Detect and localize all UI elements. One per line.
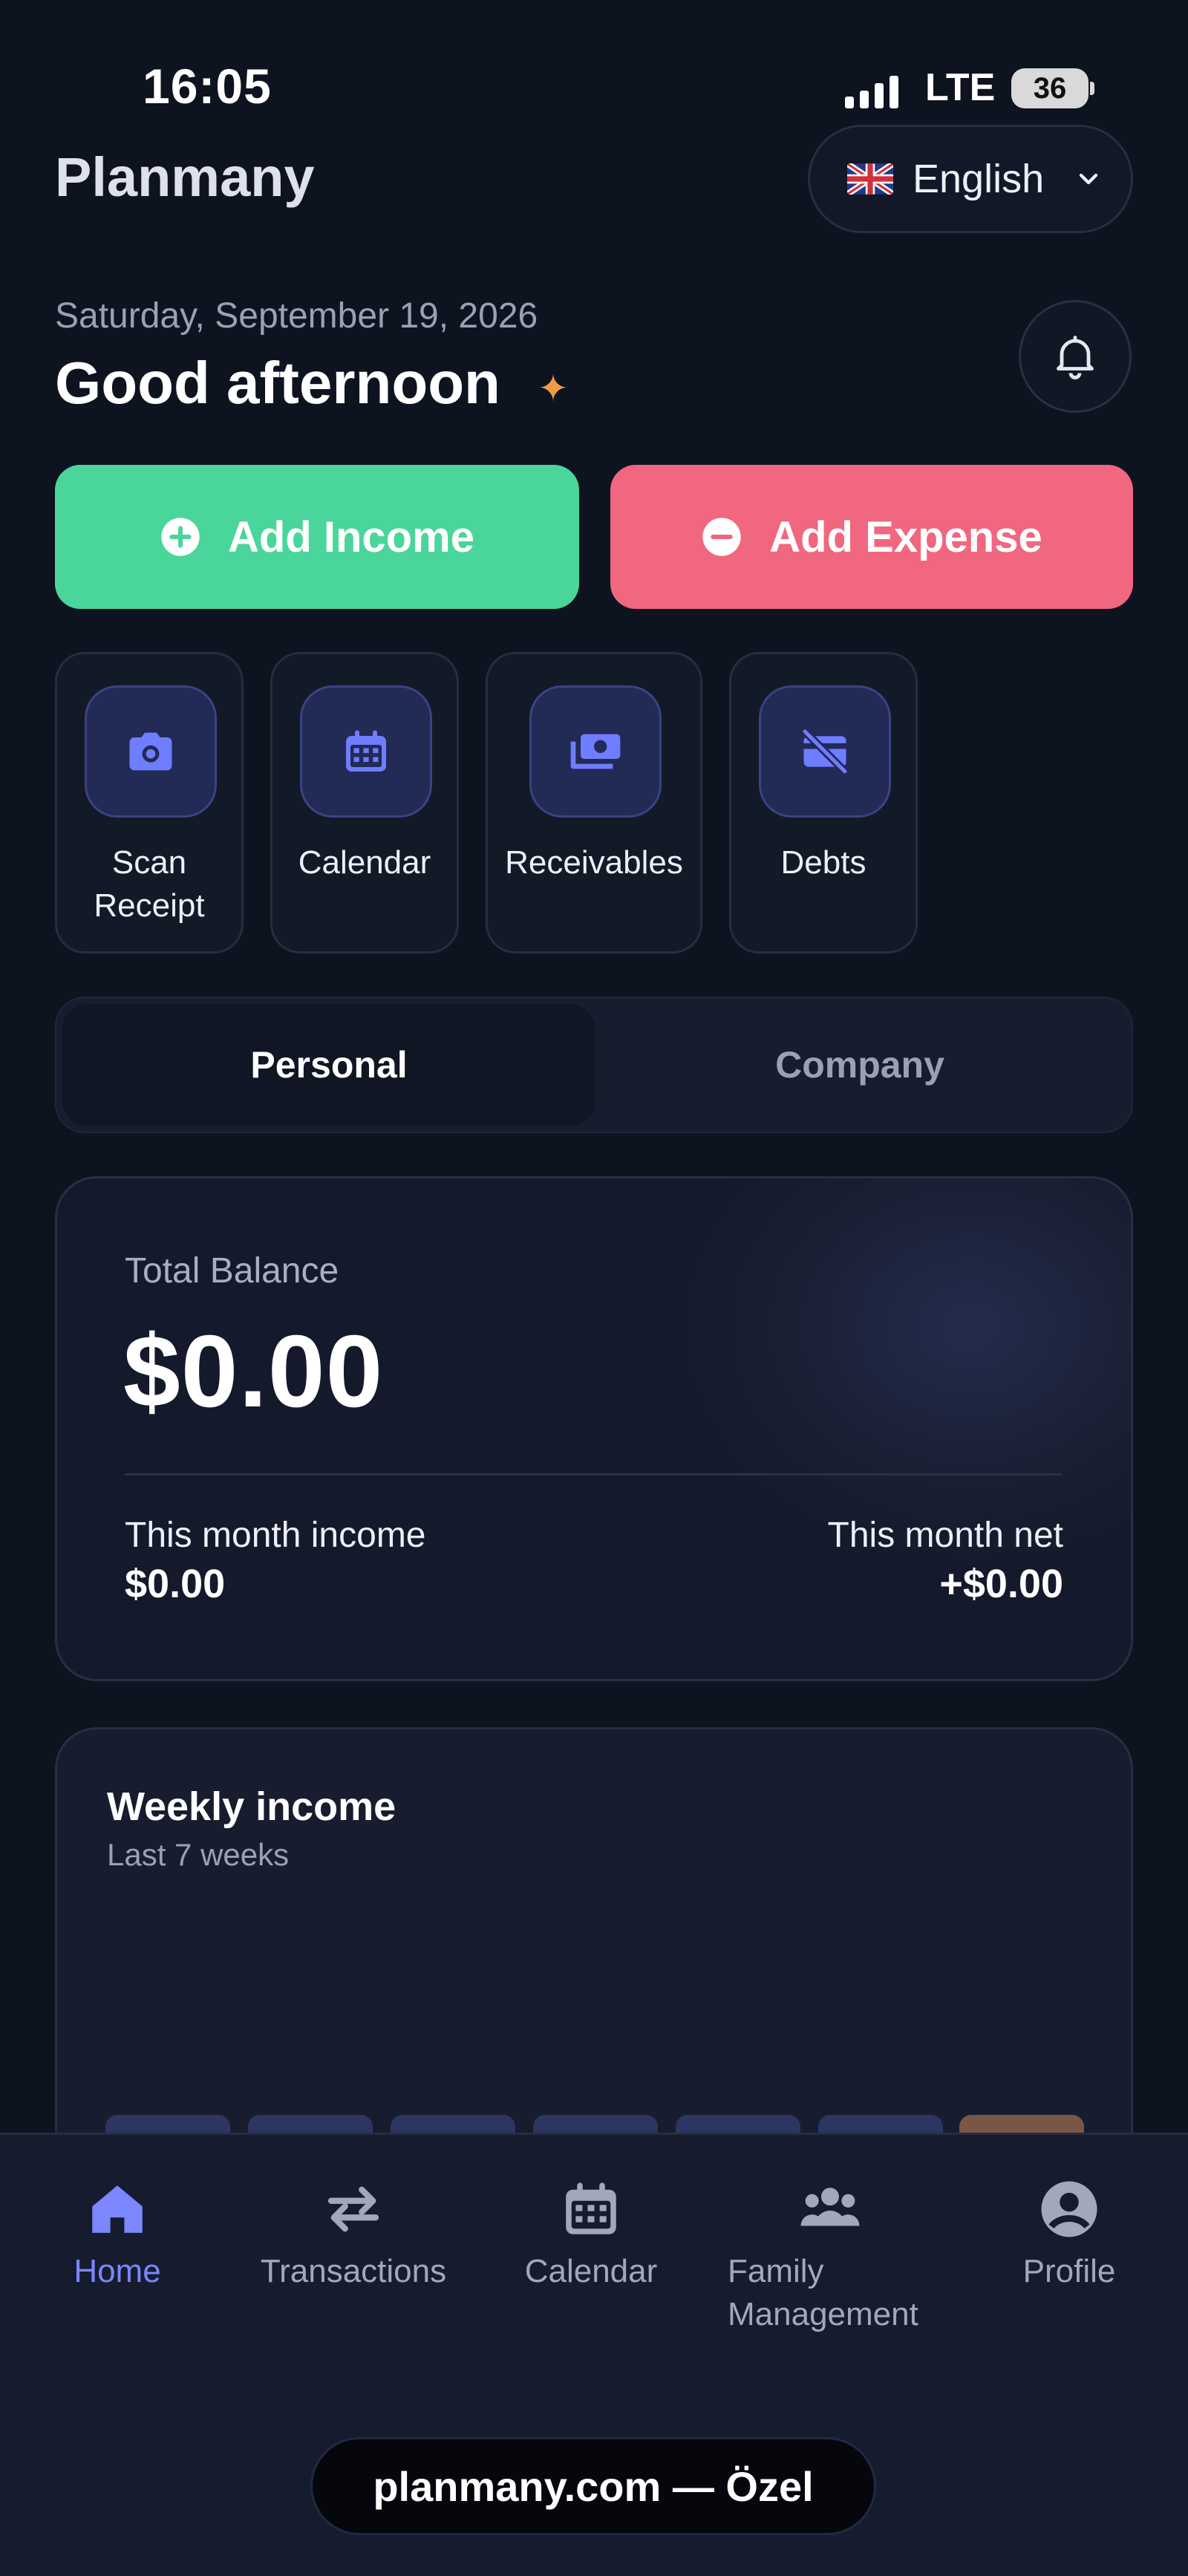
add-income-label: Add Income — [228, 512, 474, 561]
nav-home[interactable]: Home — [6, 2176, 229, 2293]
nav-profile-label: Profile — [1022, 2253, 1116, 2289]
nav-transactions[interactable]: Transactions — [242, 2176, 465, 2293]
month-net-label: This month net — [827, 1516, 1063, 1555]
home-icon — [92, 2185, 143, 2233]
debts-label: Debts — [780, 844, 866, 881]
camera-icon — [85, 685, 217, 818]
tab-company[interactable]: Company — [595, 1004, 1124, 1126]
app-screen: 16:05 LTE 36 Planmany English Saturday, … — [0, 0, 1188, 2576]
site-url-badge[interactable]: planmany.com — Özel — [310, 2437, 876, 2535]
greeting-text: Good afternoon — [55, 350, 500, 416]
balance-divider — [125, 1473, 1062, 1476]
calendar-icon — [300, 685, 432, 818]
bell-icon — [1057, 336, 1094, 379]
minus-circle-icon — [702, 518, 741, 556]
nav-home-label: Home — [74, 2253, 161, 2289]
plus-circle-icon — [161, 518, 200, 556]
tab-personal[interactable]: Personal — [62, 1004, 595, 1126]
add-expense-button[interactable]: Add Expense — [610, 465, 1133, 609]
tab-personal-label: Personal — [250, 1044, 408, 1086]
nav-calendar[interactable]: Calendar — [480, 2176, 702, 2293]
add-expense-label: Add Expense — [769, 512, 1042, 561]
signal-icon — [845, 71, 904, 108]
month-income-label: This month income — [125, 1516, 426, 1555]
add-income-button[interactable]: Add Income — [55, 465, 579, 609]
uk-flag-icon — [847, 163, 893, 195]
network-label: LTE — [925, 66, 996, 109]
tab-company-label: Company — [775, 1044, 944, 1086]
nav-profile[interactable]: Profile — [958, 2176, 1181, 2293]
card-off-icon — [759, 685, 891, 818]
status-time: 16:05 — [143, 59, 272, 114]
total-balance-value: $0.00 — [123, 1314, 384, 1429]
calendar-icon — [566, 2182, 616, 2234]
nav-calendar-label: Calendar — [524, 2253, 658, 2289]
calendar-tile[interactable]: Calendar — [270, 652, 459, 953]
language-selector[interactable]: English — [808, 125, 1133, 233]
nav-transactions-label: Transactions — [260, 2253, 447, 2289]
receivables-label: Receivables — [505, 844, 683, 881]
current-date: Saturday, September 19, 2026 — [55, 296, 538, 336]
money-icon — [529, 685, 662, 818]
battery-icon: 36 — [1011, 68, 1089, 108]
swap-arrows-icon — [327, 2186, 379, 2232]
weekly-income-title: Weekly income — [107, 1784, 396, 1829]
receivables-tile[interactable]: Receivables — [486, 652, 702, 953]
notifications-button[interactable] — [1019, 300, 1132, 413]
language-label: English — [913, 157, 1045, 201]
sparkle-icon: ✦ — [538, 368, 569, 409]
chevron-down-icon — [1079, 173, 1098, 185]
battery-tip — [1090, 82, 1094, 95]
profile-icon — [1041, 2181, 1097, 2237]
weekly-income-subtitle: Last 7 weeks — [107, 1837, 290, 1872]
total-balance-label: Total Balance — [125, 1251, 339, 1291]
debts-tile[interactable]: Debts — [729, 652, 918, 953]
scan-receipt-tile[interactable]: Scan Receipt — [55, 652, 244, 953]
calendar-tile-label: Calendar — [298, 844, 431, 881]
nav-family-label: Family Management — [728, 2253, 918, 2332]
month-net-value: +$0.00 — [939, 1562, 1063, 1606]
scan-receipt-label: Scan Receipt — [94, 844, 205, 924]
site-url-label: planmany.com — Özel — [373, 2462, 814, 2510]
month-income-value: $0.00 — [125, 1562, 226, 1606]
group-icon — [800, 2188, 860, 2226]
nav-family-management[interactable]: Family Management — [719, 2176, 941, 2336]
app-title: Planmany — [55, 146, 315, 208]
